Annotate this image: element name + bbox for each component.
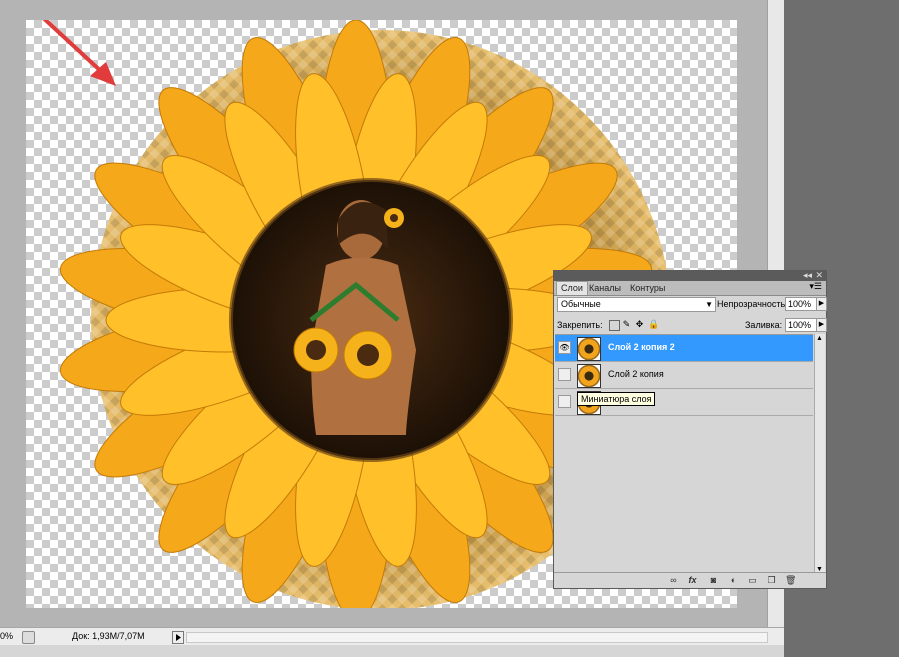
layer-row[interactable]: Слой 2 копия <box>555 362 813 389</box>
visibility-toggle[interactable] <box>558 368 571 381</box>
status-menu-arrow-icon[interactable] <box>172 631 184 644</box>
tab-paths[interactable]: Контуры <box>626 282 669 295</box>
chevron-down-icon: ▼ <box>705 300 713 309</box>
adjustment-layer-icon[interactable]: ◐ <box>728 575 739 586</box>
collapse-icon[interactable]: ◂◂ <box>803 270 812 280</box>
opacity-field[interactable]: 100% <box>785 297 817 311</box>
lock-transparency-icon[interactable] <box>609 320 620 331</box>
document-size-info: Док: 1,93M/7,07M <box>72 631 145 641</box>
new-layer-icon[interactable]: ❐ <box>766 575 777 586</box>
layer-thumbnail[interactable] <box>577 364 601 388</box>
lock-move-icon[interactable]: ✥ <box>635 320 644 329</box>
scroll-up-icon[interactable]: ▲ <box>816 335 823 342</box>
layer-name[interactable]: Слой 2 копия 2 <box>608 342 675 352</box>
panel-menu-icon[interactable]: ▾☰ <box>809 281 822 292</box>
lock-label: Закрепить: <box>557 320 603 330</box>
layer-thumbnail[interactable] <box>577 337 601 361</box>
fill-label: Заливка: <box>745 320 783 330</box>
horizontal-scrollbar[interactable] <box>186 632 768 643</box>
panel-titlebar[interactable]: ◂◂ ✕ <box>554 270 826 281</box>
link-layers-icon[interactable]: ∞ <box>668 575 679 586</box>
blend-mode-value: Обычные <box>561 299 601 309</box>
opacity-arrow-icon[interactable]: ▶ <box>816 297 827 311</box>
layer-list: 👁 Слой 2 копия 2 Слой 2 копия Миниатюра … <box>555 334 813 575</box>
layer-name[interactable]: Слой 2 копия <box>608 369 664 379</box>
bottom-strip <box>0 645 784 657</box>
new-group-icon[interactable]: ▭ <box>747 575 758 586</box>
layers-footer: ∞ fx ◙ ◐ ▭ ❐ 🗑 <box>554 572 826 588</box>
lock-brush-icon[interactable]: ✎ <box>622 320 631 329</box>
tab-channels[interactable]: Каналы <box>585 282 625 295</box>
layers-panel: ◂◂ ✕ Слои Каналы Контуры ▾☰ Обычные ▼ Не… <box>553 270 827 589</box>
panel-tabs: Слои Каналы Контуры ▾☰ <box>554 281 826 296</box>
layer-row[interactable]: 👁 Слой 2 копия 2 <box>555 335 813 362</box>
fill-field[interactable]: 100% <box>785 318 817 332</box>
zoom-level[interactable]: 0% <box>0 628 14 645</box>
close-icon[interactable]: ✕ <box>815 270 823 280</box>
lock-all-icon[interactable]: 🔒 <box>648 320 659 329</box>
eye-icon[interactable]: 👁 <box>558 341 571 354</box>
add-mask-icon[interactable]: ◙ <box>708 575 719 586</box>
red-arrow-annotation <box>24 0 116 86</box>
navigate-icon[interactable] <box>22 631 35 644</box>
layer-style-icon[interactable]: fx <box>687 575 698 586</box>
opacity-label: Непрозрачность: <box>717 299 788 309</box>
status-bar: 0% Док: 1,93M/7,07M <box>0 627 784 645</box>
trash-icon[interactable]: 🗑 <box>785 575 796 586</box>
fill-arrow-icon[interactable]: ▶ <box>816 318 827 332</box>
visibility-toggle[interactable] <box>558 395 571 408</box>
tab-layers[interactable]: Слои <box>556 281 588 295</box>
blend-mode-select[interactable]: Обычные ▼ <box>557 297 716 312</box>
layer-row[interactable]: Миниатюра слоя <box>555 389 813 416</box>
thumbnail-tooltip: Миниатюра слоя <box>577 392 656 406</box>
layer-list-scrollbar[interactable]: ▲ ▼ <box>814 334 825 574</box>
